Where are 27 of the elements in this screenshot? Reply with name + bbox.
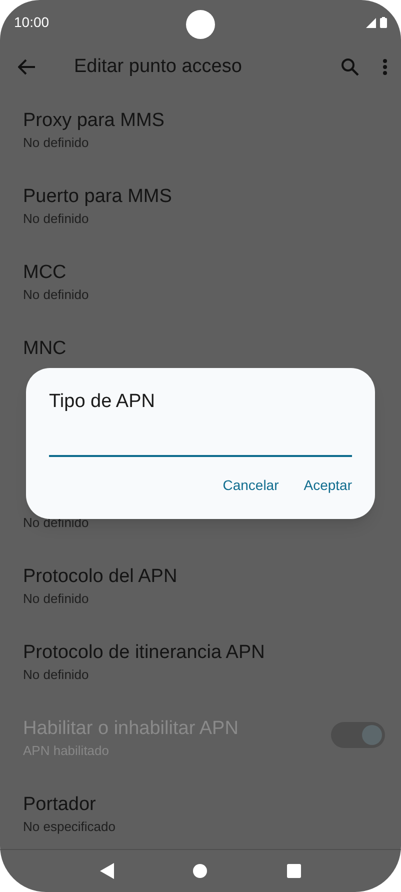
status-time: 10:00 xyxy=(14,13,50,32)
setting-value: No definido xyxy=(23,210,89,226)
camera-cutout-icon xyxy=(186,10,215,39)
dialog-button[interactable]: Aceptar xyxy=(304,474,352,496)
setting-value: No definido xyxy=(23,286,89,302)
setting-title: Protocolo de itinerancia APN xyxy=(23,642,265,663)
setting-value: No definido xyxy=(23,666,89,682)
recents-nav-icon[interactable] xyxy=(287,864,302,878)
setting-value: No definido xyxy=(23,590,89,606)
back-arrow-icon[interactable] xyxy=(18,58,36,75)
setting-title: Portador xyxy=(23,794,96,815)
setting-title: MCC xyxy=(23,262,66,283)
dialog-button[interactable]: Cancelar xyxy=(222,474,279,496)
home-nav-icon[interactable] xyxy=(193,864,208,878)
setting-title: Protocolo del APN xyxy=(23,566,178,587)
more-options-icon[interactable] xyxy=(383,58,387,75)
setting-title: MNC xyxy=(23,338,66,359)
signal-icon xyxy=(366,18,376,28)
setting-value: No especificado xyxy=(23,818,116,834)
setting-title: Puerto para MMS xyxy=(23,186,172,207)
search-icon[interactable] xyxy=(341,58,359,76)
battery-icon xyxy=(380,17,387,28)
screen-title: Editar punto acceso xyxy=(74,54,243,79)
dialog-title: Tipo de APN xyxy=(49,390,155,414)
setting-title: Proxy para MMS xyxy=(23,110,164,131)
setting-value: No definido xyxy=(23,134,89,150)
back-nav-icon[interactable] xyxy=(100,862,114,879)
